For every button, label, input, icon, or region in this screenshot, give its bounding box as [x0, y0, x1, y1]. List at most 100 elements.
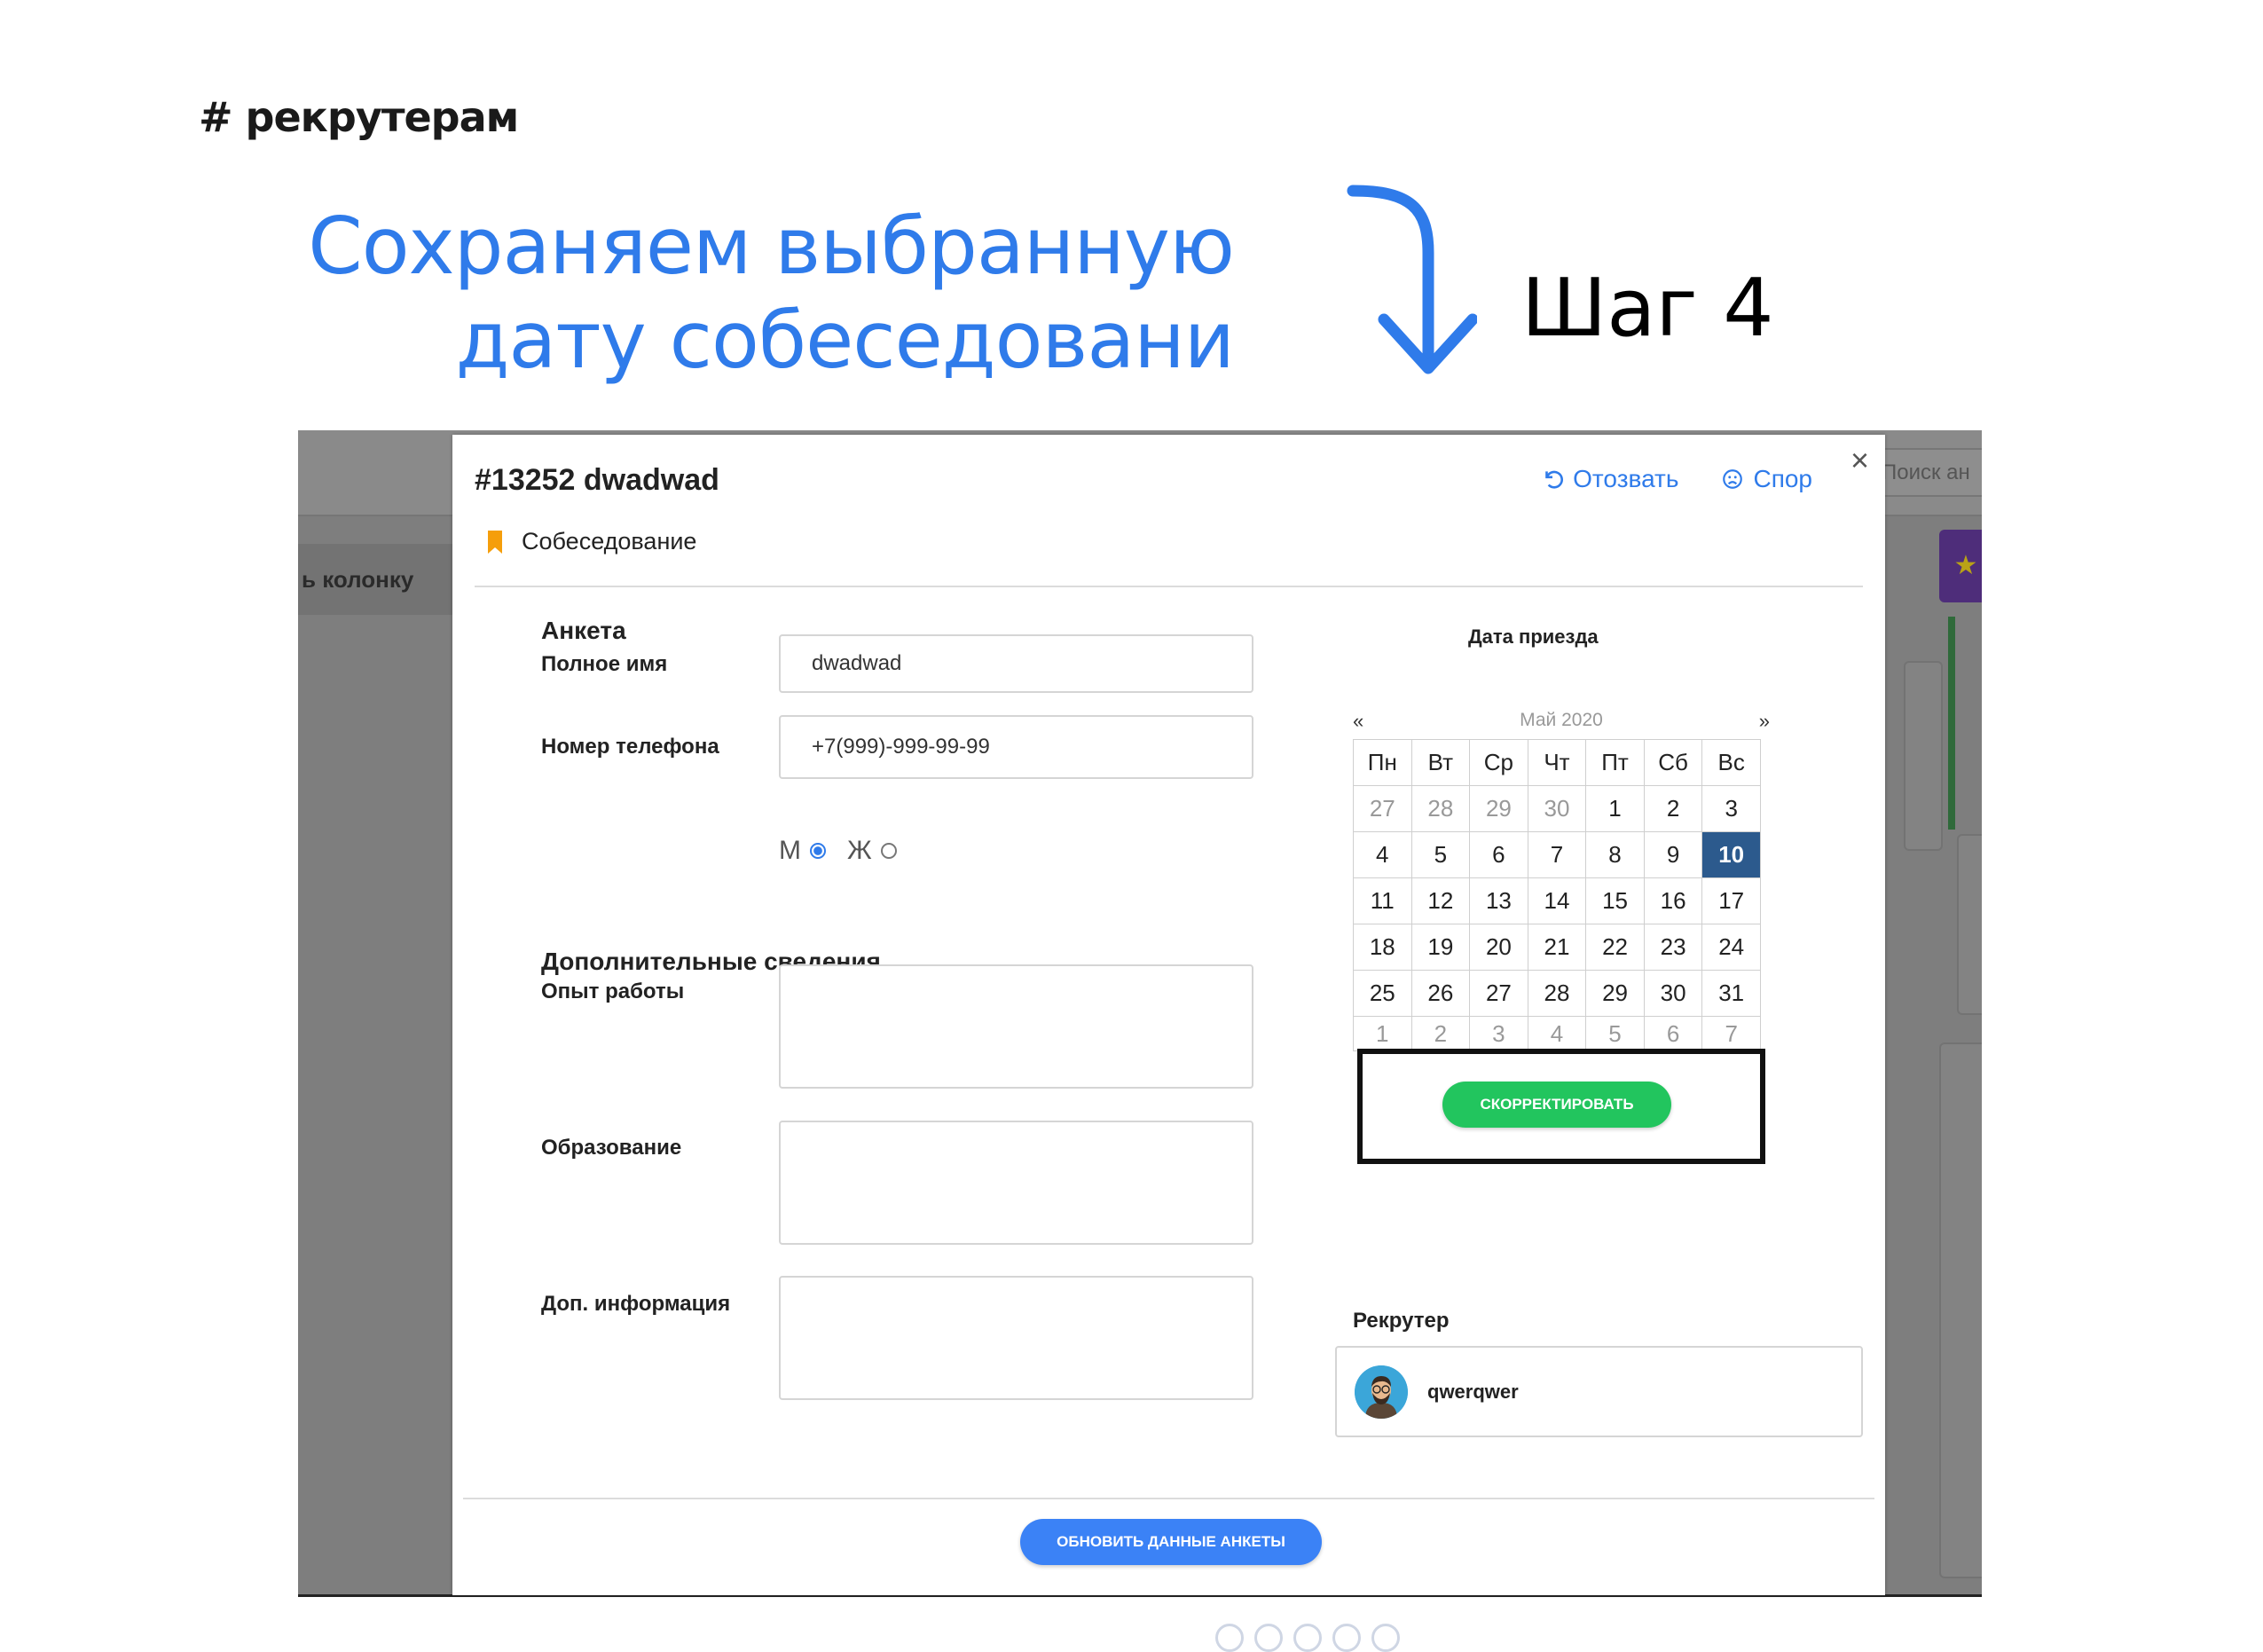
calendar-day[interactable]: 8	[1585, 831, 1645, 878]
page-dot[interactable]	[1371, 1624, 1400, 1652]
page-dot[interactable]	[1254, 1624, 1283, 1652]
gender-male-radio[interactable]	[810, 843, 826, 859]
calendar-day[interactable]: 5	[1410, 831, 1471, 878]
calendar-day[interactable]: 28	[1527, 970, 1587, 1017]
calendar-day[interactable]: 1	[1585, 785, 1645, 832]
calendar-day[interactable]: 20	[1469, 924, 1528, 971]
calendar-day[interactable]: 24	[1701, 924, 1761, 971]
hashtag-label: # рекрутерам	[199, 93, 519, 141]
education-textarea[interactable]	[779, 1121, 1253, 1245]
calendar-day[interactable]: 15	[1585, 877, 1645, 924]
withdraw-button[interactable]: Отозвать	[1541, 465, 1678, 493]
calendar-nav: « Май 2020 »	[1353, 710, 1770, 733]
calendar-day[interactable]: 22	[1585, 924, 1645, 971]
background-card	[1904, 661, 1943, 851]
close-icon[interactable]: ×	[1850, 442, 1869, 479]
weekday-header: Чт	[1527, 739, 1587, 786]
calendar-day[interactable]: 7	[1527, 831, 1587, 878]
calendar-day[interactable]: 19	[1410, 924, 1471, 971]
calendar-day[interactable]: 25	[1353, 970, 1412, 1017]
calendar-day[interactable]: 12	[1410, 877, 1471, 924]
calendar-day[interactable]: 21	[1527, 924, 1587, 971]
calendar-day[interactable]: 30	[1643, 970, 1703, 1017]
full-name-input[interactable]: dwadwad	[779, 634, 1253, 693]
calendar-day[interactable]: 27	[1353, 785, 1412, 832]
stage-indicator: Собеседование	[488, 528, 696, 555]
calendar-day[interactable]: 13	[1469, 877, 1528, 924]
recruiter-card: qwerqwer	[1335, 1346, 1863, 1437]
phone-input[interactable]: +7(999)-999-99-99	[779, 715, 1253, 779]
arrow-down-icon	[1347, 185, 1477, 374]
calendar-day[interactable]: 16	[1643, 877, 1703, 924]
pagination-dots	[1215, 1624, 1400, 1652]
calendar-day[interactable]: 28	[1410, 785, 1471, 832]
sad-face-icon	[1723, 469, 1743, 489]
add-column-label: ь колонку	[298, 544, 453, 615]
experience-label: Опыт работы	[541, 979, 685, 1003]
calendar-day[interactable]: 3	[1701, 785, 1761, 832]
calendar-day[interactable]: 17	[1701, 877, 1761, 924]
calendar-day-selected[interactable]: 10	[1701, 831, 1761, 878]
background-search-input: Поиск ан	[1873, 448, 1982, 497]
weekday-header: Сб	[1643, 739, 1703, 786]
form-section-title: Анкета	[541, 617, 626, 644]
calendar-day[interactable]: 27	[1469, 970, 1528, 1017]
additional-info-textarea[interactable]	[779, 1276, 1253, 1400]
calendar-day[interactable]: 3	[1469, 1016, 1528, 1051]
withdraw-label: Отозвать	[1573, 465, 1679, 492]
modal-actions: Отозвать Спор	[1541, 465, 1812, 493]
calendar-day[interactable]: 30	[1527, 785, 1587, 832]
calendar-day[interactable]: 11	[1353, 877, 1412, 924]
gender-female-label: Ж	[847, 836, 872, 865]
calendar-day[interactable]: 7	[1701, 1016, 1761, 1051]
calendar-day[interactable]: 14	[1527, 877, 1587, 924]
calendar-day[interactable]: 4	[1527, 1016, 1587, 1051]
stage-label: Собеседование	[522, 528, 697, 555]
page-dot[interactable]	[1293, 1624, 1322, 1652]
calendar-day[interactable]: 2	[1643, 785, 1703, 832]
page-dot[interactable]	[1215, 1624, 1244, 1652]
prev-month-button[interactable]: «	[1353, 710, 1363, 733]
calendar-day[interactable]: 26	[1410, 970, 1471, 1017]
background-card	[1939, 1042, 1982, 1578]
calendar-day[interactable]: 2	[1410, 1016, 1471, 1051]
background-card	[1957, 834, 1982, 1015]
recruiter-name: qwerqwer	[1427, 1380, 1519, 1403]
calendar-day[interactable]: 31	[1701, 970, 1761, 1017]
calendar-day[interactable]: 18	[1353, 924, 1412, 971]
background-card-accent	[1948, 617, 1955, 830]
additional-info-label: Доп. информация	[541, 1292, 731, 1316]
dispute-button[interactable]: Спор	[1721, 465, 1812, 493]
correct-date-button[interactable]: СКОРРЕКТИРОВАТЬ	[1442, 1082, 1671, 1128]
calendar-day[interactable]: 29	[1585, 970, 1645, 1017]
calendar-day[interactable]: 29	[1469, 785, 1528, 832]
weekday-header: Вт	[1410, 739, 1471, 786]
calendar-day[interactable]: 4	[1353, 831, 1412, 878]
update-profile-button[interactable]: ОБНОВИТЬ ДАННЫЕ АНКЕТЫ	[1020, 1519, 1322, 1565]
weekday-header: Пн	[1353, 739, 1412, 786]
page-dot[interactable]	[1332, 1624, 1361, 1652]
weekday-header: Пт	[1585, 739, 1645, 786]
calendar-day[interactable]: 1	[1353, 1016, 1412, 1051]
arrival-date-title: Дата приезда	[1468, 625, 1599, 648]
weekday-header: Ср	[1469, 739, 1528, 786]
calendar-month[interactable]: Май 2020	[1520, 710, 1603, 733]
calendar-day[interactable]: 6	[1643, 1016, 1703, 1051]
calendar-grid: Пн Вт Ср Чт Пт Сб Вс 27 28 29 30 1 2 3 4 5 6 7 8 9 10 11 12 13…	[1353, 739, 1761, 1051]
phone-label: Номер телефона	[541, 735, 719, 759]
star-icon: ★	[1939, 530, 1982, 602]
education-label: Образование	[541, 1136, 682, 1160]
candidate-modal: × #13252 dwadwad Отозвать Спор Собеседов…	[452, 435, 1885, 1595]
divider	[475, 586, 1863, 587]
experience-textarea[interactable]	[779, 964, 1253, 1089]
recruiter-label: Рекрутер	[1353, 1309, 1450, 1333]
calendar-day[interactable]: 5	[1585, 1016, 1645, 1051]
calendar-day[interactable]: 23	[1643, 924, 1703, 971]
calendar-day[interactable]: 9	[1643, 831, 1703, 878]
undo-icon	[1545, 470, 1564, 489]
gender-selector: М Ж	[779, 836, 897, 866]
calendar-day[interactable]: 6	[1469, 831, 1528, 878]
next-month-button[interactable]: »	[1759, 710, 1770, 733]
gender-male-label: М	[779, 836, 801, 865]
gender-female-radio[interactable]	[880, 843, 897, 859]
